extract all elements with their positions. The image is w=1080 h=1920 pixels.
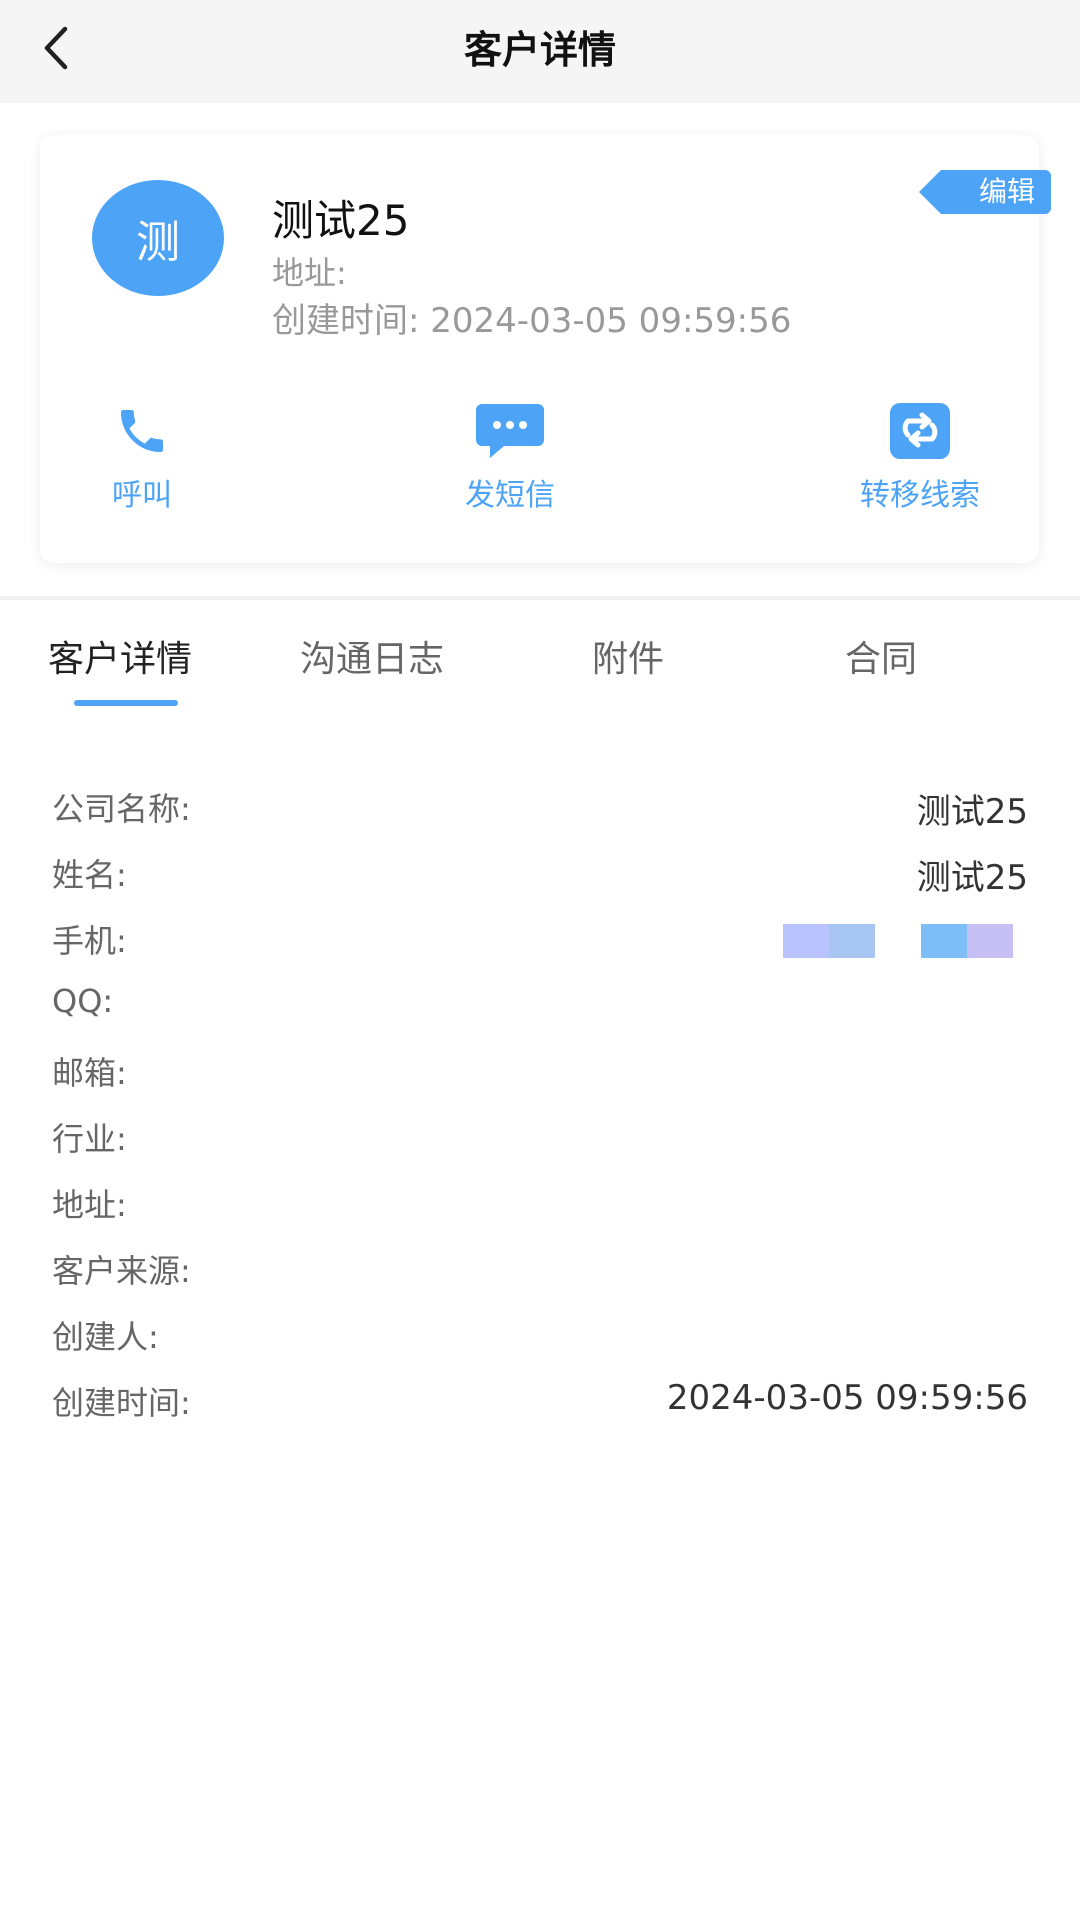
detail-row-qq: QQ: (52, 978, 1028, 1044)
call-label: 呼叫 (112, 478, 172, 513)
customer-detail-list: 公司名称: 测试25 姓名: 测试25 手机: QQ: 邮箱: 行业: 地址: … (52, 780, 1028, 1440)
detail-key: 行业: (52, 1120, 127, 1158)
tab-customer-details[interactable]: 客户详情 (48, 630, 192, 682)
tab-communication-log[interactable]: 沟通日志 (300, 630, 444, 682)
transfer-lead-label: 转移线索 (860, 478, 980, 513)
detail-key: 创建人: (52, 1318, 159, 1356)
detail-key: 邮箱: (52, 1054, 127, 1092)
detail-row-source: 客户来源: (52, 1242, 1028, 1308)
customer-address: 地址: (272, 248, 347, 294)
customer-created-time: 创建时间: 2024-03-05 09:59:56 (272, 293, 791, 342)
detail-key: 公司名称: (52, 790, 191, 828)
created-time-label: 创建时间: (272, 301, 420, 341)
active-tab-indicator (74, 700, 178, 706)
nav-bar: 客户详情 (0, 0, 1080, 103)
detail-key: 创建时间: (52, 1384, 191, 1422)
transfer-icon (890, 403, 950, 459)
customer-profile-card: 测 测试25 地址: 创建时间: 2024-03-05 09:59:56 编辑 … (40, 135, 1051, 563)
detail-value: 2024-03-05 09:59:56 (666, 1378, 1028, 1418)
detail-value: 测试25 (916, 858, 1028, 898)
call-button[interactable]: 呼叫 (92, 400, 192, 514)
mobile-redacted-value (783, 924, 1028, 964)
avatar: 测 (92, 180, 224, 296)
tab-bar: 客户详情 沟通日志 附件 合同 (0, 630, 1080, 710)
send-sms-label: 发短信 (465, 478, 555, 513)
detail-row-address: 地址: (52, 1176, 1028, 1242)
detail-key: 地址: (52, 1186, 127, 1224)
detail-row-creator: 创建人: (52, 1308, 1028, 1374)
detail-row-email: 邮箱: (52, 1044, 1028, 1110)
tab-attachments[interactable]: 附件 (592, 630, 664, 682)
detail-row-created-time: 创建时间: 2024-03-05 09:59:56 (52, 1374, 1028, 1440)
detail-key: 客户来源: (52, 1252, 191, 1290)
transfer-lead-button[interactable]: 转移线索 (840, 400, 1000, 514)
detail-row-company: 公司名称: 测试25 (52, 780, 1028, 846)
page-title: 客户详情 (463, 28, 616, 72)
send-sms-button[interactable]: 发短信 (445, 400, 575, 514)
chat-bubble-icon (476, 404, 544, 458)
detail-key: 姓名: (52, 856, 127, 894)
detail-row-mobile: 手机: (52, 912, 1028, 978)
section-divider (0, 596, 1080, 600)
detail-value: 测试25 (916, 792, 1028, 832)
detail-row-industry: 行业: (52, 1110, 1028, 1176)
address-label: 地址: (272, 254, 347, 292)
created-time-value: 2024-03-05 09:59:56 (430, 301, 792, 341)
detail-row-name: 姓名: 测试25 (52, 846, 1028, 912)
edit-button[interactable]: 编辑 (919, 170, 1051, 214)
phone-icon (121, 410, 163, 452)
tab-contracts[interactable]: 合同 (845, 630, 917, 682)
customer-name: 测试25 (272, 196, 410, 245)
detail-key: QQ: (52, 982, 114, 1020)
detail-key: 手机: (52, 922, 127, 960)
